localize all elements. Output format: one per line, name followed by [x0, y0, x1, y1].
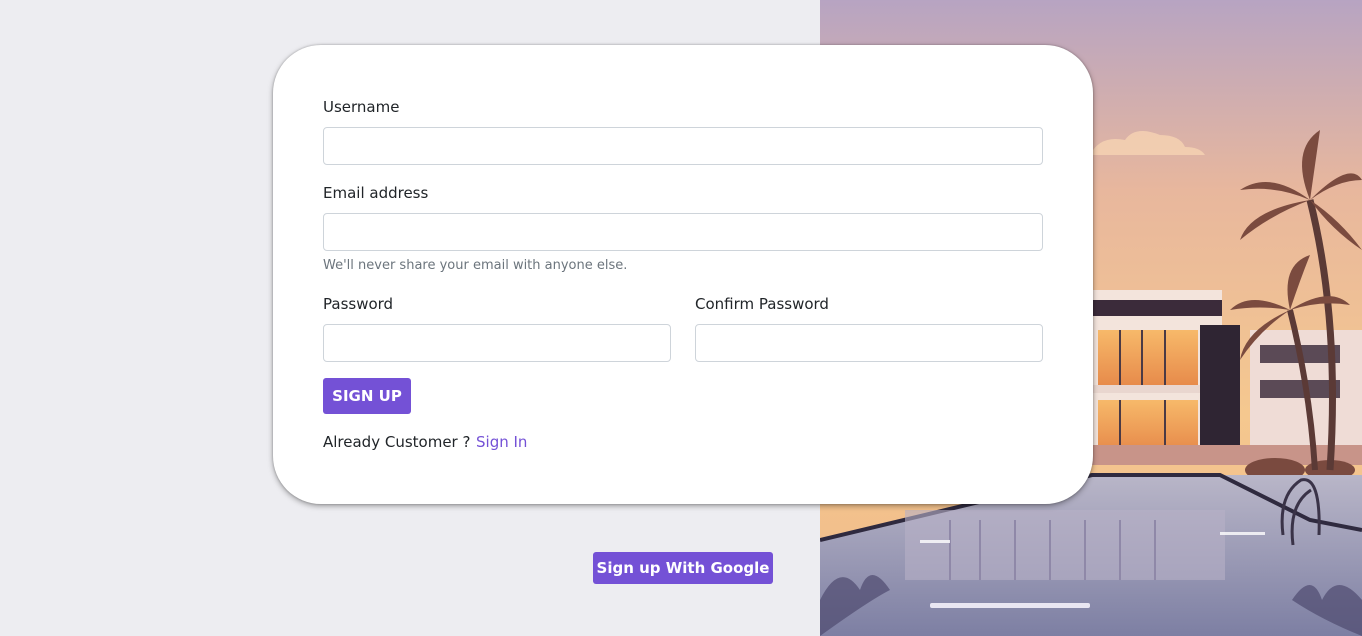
sign-up-button[interactable]: SIGN UP	[323, 378, 411, 414]
already-customer-text: Already Customer ?	[323, 433, 471, 451]
signup-card: Username Email address We'll never share…	[273, 45, 1093, 504]
username-input[interactable]	[323, 127, 1043, 165]
password-input[interactable]	[323, 324, 671, 362]
password-label: Password	[323, 295, 394, 313]
confirm-password-label: Confirm Password	[695, 295, 829, 313]
sign-in-link[interactable]: Sign In	[476, 433, 527, 451]
email-label: Email address	[323, 184, 429, 202]
confirm-password-input[interactable]	[695, 324, 1043, 362]
username-label: Username	[323, 98, 400, 116]
email-help-text: We'll never share your email with anyone…	[323, 258, 628, 273]
google-signup-button[interactable]: Sign up With Google	[593, 552, 773, 584]
email-input[interactable]	[323, 213, 1043, 251]
